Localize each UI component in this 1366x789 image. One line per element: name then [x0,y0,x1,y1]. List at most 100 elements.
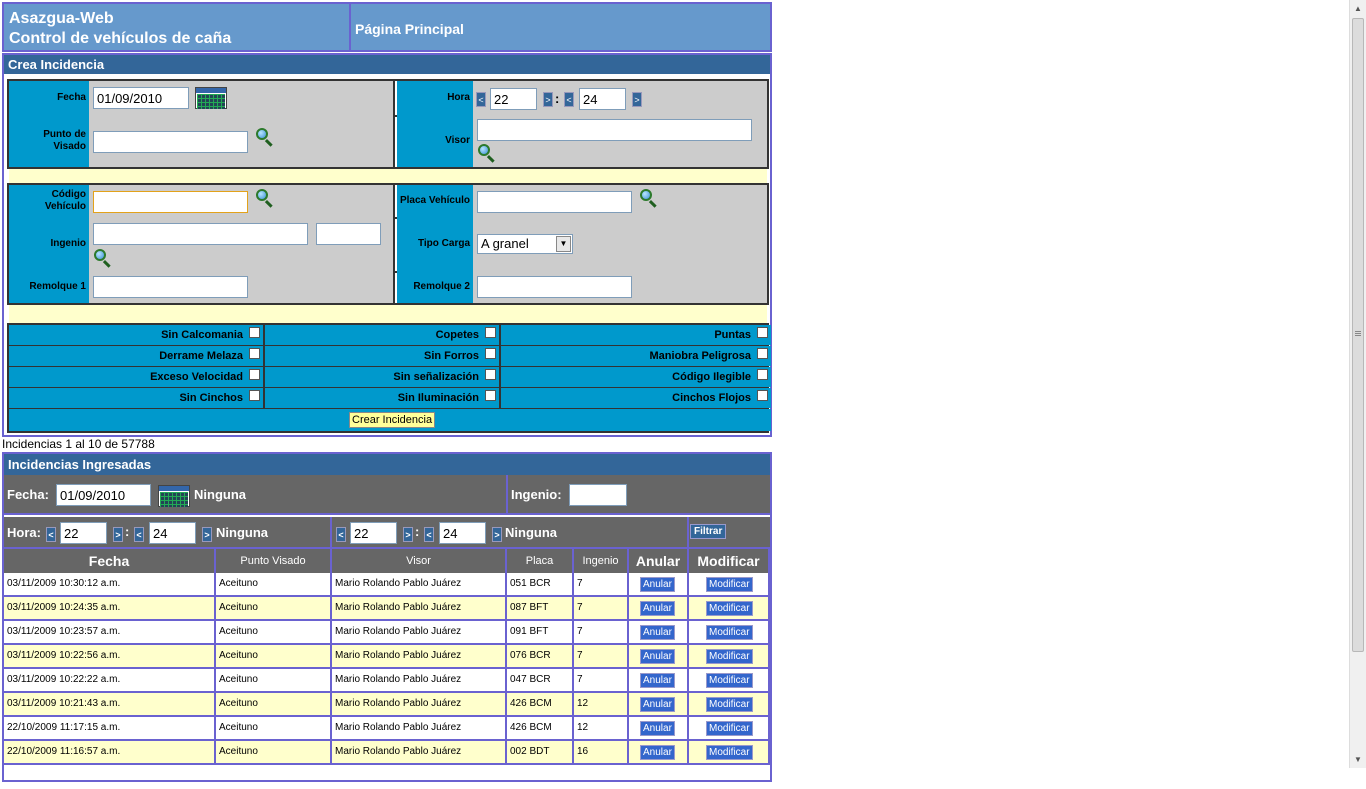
scroll-up-icon[interactable]: ▲ [1350,0,1366,17]
modificar-button[interactable]: Modificar [706,745,753,760]
filter-hora2-none[interactable]: Ninguna [505,525,557,540]
chevron-down-icon[interactable]: ▼ [556,236,571,252]
modificar-button[interactable]: Modificar [706,577,753,592]
incident-type-checkbox[interactable] [485,348,496,359]
anular-button[interactable]: Anular [640,649,675,664]
incident-type-checkbox[interactable] [485,390,496,401]
anular-button[interactable]: Anular [640,601,675,616]
minute-increment-icon[interactable]: > [202,527,212,542]
table-cell: 087 BFT [507,597,574,621]
hour-increment-icon[interactable]: > [113,527,123,542]
incident-type-checkbox[interactable] [757,348,768,359]
punto-input[interactable] [93,131,248,153]
form-row-ingenio-tipo: Ingenio Tipo Carga A granel ▼ [7,217,769,273]
incident-type-checkbox[interactable] [249,327,260,338]
calendar-icon[interactable] [158,485,190,507]
search-icon[interactable] [93,248,113,268]
table-cell-text: Aceituno [219,602,258,613]
minute-increment-icon[interactable]: > [492,527,502,542]
search-icon[interactable] [639,188,659,208]
filter-hour2-input[interactable] [350,522,397,544]
vertical-scrollbar[interactable]: ▲ ▼ [1349,0,1366,768]
incident-type-checkbox[interactable] [485,327,496,338]
incident-type-checkbox[interactable] [249,369,260,380]
anular-button[interactable]: Anular [640,697,675,712]
visor-input[interactable] [477,119,752,141]
hour-input[interactable] [490,88,537,110]
placa-input[interactable] [477,191,632,213]
hour-increment-icon[interactable]: > [403,527,413,542]
minute-decrement-icon[interactable]: < [424,527,434,542]
table-cell: Aceituno [216,621,332,645]
filter-fecha-input[interactable] [56,484,151,506]
app-header: Asazgua-Web Control de vehículos de caña… [2,2,772,52]
anular-button[interactable]: Anular [640,721,675,736]
table-cell-text: 7 [577,650,583,661]
incident-type-checkbox[interactable] [757,369,768,380]
codigo-input[interactable] [93,191,248,213]
table-cell: Mario Rolando Pablo Juárez [332,669,507,693]
remolque1-input[interactable] [93,276,248,298]
table-cell-text: Mario Rolando Pablo Juárez [335,602,462,613]
modificar-button[interactable]: Modificar [706,721,753,736]
minute-increment-icon[interactable]: > [632,92,642,107]
search-icon[interactable] [255,188,275,208]
form-row-punto-visor: Punto de Visado Visor [7,115,769,169]
search-icon[interactable] [477,143,497,163]
anular-button[interactable]: Anular [640,625,675,640]
incident-type-checkbox[interactable] [485,369,496,380]
visor-cell [473,115,767,167]
modificar-button[interactable]: Modificar [706,601,753,616]
table-cell-text: 03/11/2009 10:21:43 a.m. [7,698,121,709]
minute-input[interactable] [579,88,626,110]
table-cell: Anular [629,621,689,645]
calendar-icon[interactable] [195,87,227,109]
fecha-input[interactable] [93,87,189,109]
filter-button[interactable]: Filtrar [690,524,727,539]
incident-type-checkbox[interactable] [757,327,768,338]
incident-type-label: Sin Cinchos [179,392,243,404]
hour-decrement-icon[interactable]: < [476,92,486,107]
hour-increment-icon[interactable]: > [543,92,553,107]
minute-decrement-icon[interactable]: < [564,92,574,107]
incidents-table: Fecha Punto Visado Visor Placa Ingenio Anular… [4,549,770,789]
scroll-thumb[interactable] [1352,18,1364,652]
incident-type-label: Copetes [435,329,479,341]
filter-ingenio-input[interactable] [569,484,627,506]
filter-fecha-none[interactable]: Ninguna [194,487,246,502]
filter-hora1-none[interactable]: Ninguna [216,525,268,540]
modificar-button[interactable]: Modificar [706,697,753,712]
anular-button[interactable]: Anular [640,673,675,688]
incident-type-label: Maniobra Peligrosa [649,350,751,362]
modificar-button[interactable]: Modificar [706,649,753,664]
anular-button[interactable]: Anular [640,577,675,592]
scroll-down-icon[interactable]: ▼ [1350,751,1366,768]
tipo-carga-select[interactable]: A granel ▼ [477,234,573,254]
incident-type-checkbox[interactable] [249,348,260,359]
table-cell: Aceituno [216,741,332,765]
anular-button[interactable]: Anular [640,745,675,760]
modificar-button[interactable]: Modificar [706,673,753,688]
filter-minute1-input[interactable] [149,522,196,544]
filter-hour1-input[interactable] [60,522,107,544]
filter-minute2-input[interactable] [439,522,486,544]
incident-type-checkbox[interactable] [757,390,768,401]
remolque1-label: Remolque 1 [9,271,89,303]
table-cell: Aceituno [216,645,332,669]
create-incident-button[interactable]: Crear Incidencia [349,412,436,428]
table-cell-text: 22/10/2009 11:17:15 a.m. [7,722,121,733]
ingenio-code-input[interactable] [316,223,381,245]
search-icon[interactable] [255,127,275,147]
form-spacer [9,169,767,184]
hour-decrement-icon[interactable]: < [336,527,346,542]
modificar-button[interactable]: Modificar [706,625,753,640]
minute-decrement-icon[interactable]: < [134,527,144,542]
table-cell-text: 03/11/2009 10:22:22 a.m. [7,674,121,685]
incident-type-checkbox[interactable] [249,390,260,401]
table-cell-text: Mario Rolando Pablo Juárez [335,698,462,709]
table-cell: 22/10/2009 11:16:57 a.m. [4,741,216,765]
remolque2-input[interactable] [477,276,632,298]
hour-decrement-icon[interactable]: < [46,527,56,542]
placa-cell [473,185,767,217]
ingenio-input[interactable] [93,223,308,245]
